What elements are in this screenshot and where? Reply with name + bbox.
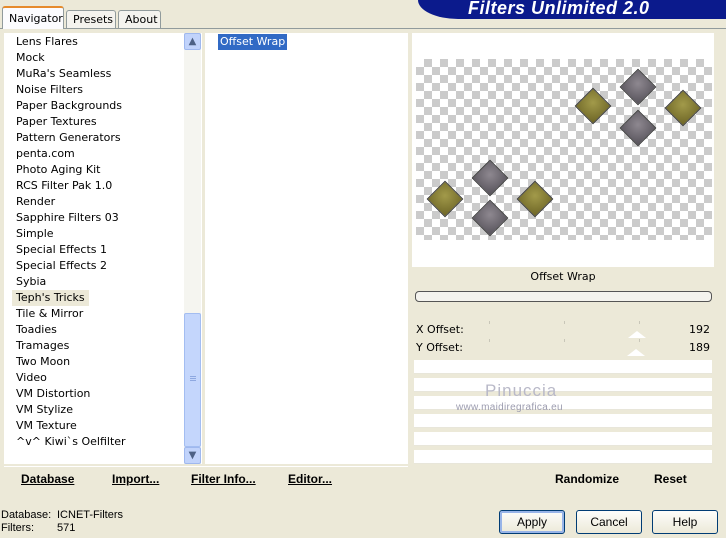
category-item[interactable]: Mock (12, 50, 49, 66)
category-item[interactable]: VM Texture (12, 418, 81, 434)
category-item[interactable]: Pattern Generators (12, 130, 125, 146)
filters-count-value: 571 (57, 522, 76, 534)
category-item[interactable]: Tile & Mirror (12, 306, 87, 322)
slider-thumb[interactable] (627, 349, 645, 356)
empty-control-row (414, 378, 712, 392)
app-title: Filters Unlimited 2.0 (468, 0, 650, 18)
database-status-value: ICNET-Filters (57, 509, 123, 521)
tab-navigator[interactable]: Navigator (2, 6, 64, 29)
empty-control-row (414, 414, 712, 428)
preview-diamond (471, 199, 509, 237)
y-offset-label: Y Offset: (416, 341, 463, 354)
watermark-name: Pinuccia (485, 381, 558, 400)
tab-strip-line (0, 28, 726, 29)
preview-image (416, 59, 712, 240)
randomize-button[interactable]: Randomize (555, 472, 619, 486)
editor-button[interactable]: Editor... (288, 472, 332, 486)
preview-diamond (516, 180, 554, 218)
category-item[interactable]: Lens Flares (12, 34, 82, 50)
tab-presets[interactable]: Presets (66, 10, 116, 28)
filter-info-button[interactable]: Filter Info... (191, 472, 256, 486)
category-item[interactable]: Video (12, 370, 51, 386)
watermark-url: www.maidiregrafica.eu (456, 402, 563, 413)
category-item[interactable]: Two Moon (12, 354, 74, 370)
scroll-up-button[interactable]: ▲ (184, 33, 201, 50)
category-item[interactable]: Teph's Tricks (12, 290, 89, 306)
category-item[interactable]: Paper Backgrounds (12, 98, 126, 114)
category-item[interactable]: Noise Filters (12, 82, 87, 98)
category-item[interactable]: penta.com (12, 146, 79, 162)
help-button[interactable]: Help (652, 510, 718, 534)
x-offset-label: X Offset: (416, 323, 464, 336)
filter-list[interactable] (205, 33, 408, 464)
category-item[interactable]: VM Distortion (12, 386, 94, 402)
filter-item-offset-wrap[interactable]: Offset Wrap (218, 34, 288, 50)
category-item[interactable]: RCS Filter Pak 1.0 (12, 178, 116, 194)
category-list[interactable]: Lens Flares Mock MuRa's Seamless Noise Filt… (4, 33, 202, 464)
y-offset-slider[interactable]: Y Offset: 189 (414, 339, 712, 356)
category-item[interactable]: Photo Aging Kit (12, 162, 104, 178)
category-item[interactable]: MuRa's Seamless (12, 66, 115, 82)
category-scrollbar[interactable]: ▲ ▼ (184, 33, 201, 464)
category-item[interactable]: Render (12, 194, 59, 210)
progress-bar (415, 291, 712, 302)
preview-diamond (619, 68, 657, 106)
cancel-button[interactable]: Cancel (576, 510, 642, 534)
empty-control-row (414, 450, 712, 464)
category-item[interactable]: Sapphire Filters 03 (12, 210, 123, 226)
category-item[interactable]: VM Stylize (12, 402, 77, 418)
preview-diamond (619, 109, 657, 147)
tab-about[interactable]: About (118, 10, 161, 28)
category-item[interactable]: Tramages (12, 338, 73, 354)
y-offset-value: 189 (689, 341, 710, 354)
category-item[interactable]: ^v^ Kiwi`s Oelfilter (12, 434, 130, 450)
scroll-thumb[interactable] (184, 313, 201, 447)
preview-diamond (426, 180, 464, 218)
category-item[interactable]: Toadies (12, 322, 61, 338)
import-button[interactable]: Import... (112, 472, 159, 486)
x-offset-value: 192 (689, 323, 710, 336)
apply-button[interactable]: Apply (499, 510, 565, 534)
current-filter-title: Offset Wrap (530, 270, 596, 283)
scroll-down-button[interactable]: ▼ (184, 447, 201, 464)
category-item[interactable]: Paper Textures (12, 114, 101, 130)
slider-thumb[interactable] (628, 331, 646, 338)
empty-control-row (414, 360, 712, 374)
reset-button[interactable]: Reset (654, 472, 687, 486)
database-button[interactable]: Database (21, 472, 74, 486)
database-status-label: Database: (1, 509, 52, 521)
category-item[interactable]: Special Effects 2 (12, 258, 111, 274)
category-item[interactable]: Special Effects 1 (12, 242, 111, 258)
category-item[interactable]: Simple (12, 226, 58, 242)
empty-control-row (414, 432, 712, 446)
category-item[interactable]: Sybia (12, 274, 50, 290)
preview-diamond (471, 159, 509, 197)
filters-count-label: Filters: (1, 522, 34, 534)
preview-diamond (574, 87, 612, 125)
preview-diamond (664, 89, 702, 127)
x-offset-slider[interactable]: X Offset: 192 (414, 321, 712, 338)
